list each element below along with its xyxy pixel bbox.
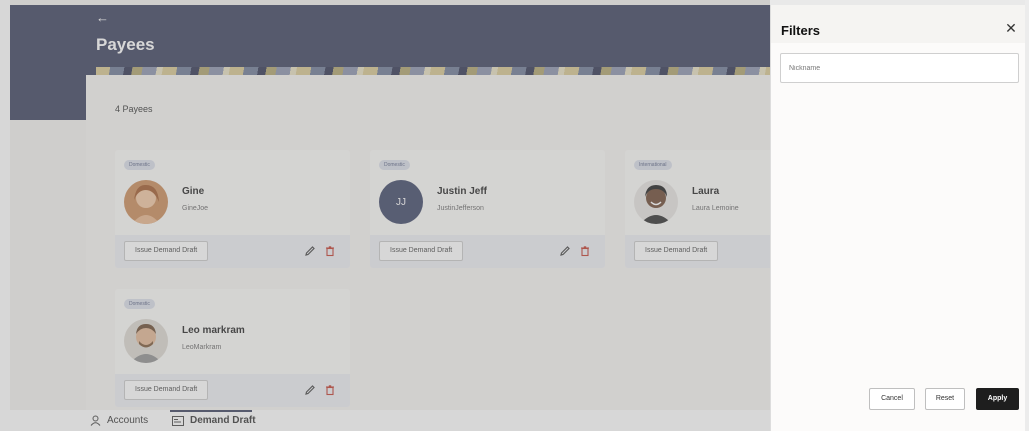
close-icon[interactable]: ✕ [1005, 21, 1017, 35]
avatar: JJ [379, 180, 423, 224]
filters-title: Filters [781, 23, 821, 38]
payee-name: Gine [182, 186, 205, 197]
avatar [124, 319, 168, 363]
page-title: Payees [96, 35, 155, 54]
demand-draft-icon [172, 415, 184, 426]
payee-card-leo-markram: Domestic Leo markram LeoMarkram Issue De… [115, 289, 350, 407]
nav-item-demand-draft[interactable]: Demand Draft [172, 410, 256, 431]
card-footer: Issue Demand Draft [370, 235, 605, 268]
header-pattern [96, 67, 770, 75]
payee-type-badge: Domestic [124, 160, 155, 170]
card-footer: Issue Demand Draft [115, 374, 350, 407]
left-gutter [0, 0, 10, 431]
nickname-input[interactable] [780, 53, 1019, 83]
issue-demand-draft-button[interactable]: Issue Demand Draft [124, 380, 209, 400]
issue-demand-draft-button[interactable]: Issue Demand Draft [634, 241, 719, 261]
card-footer: Issue Demand Draft [115, 235, 350, 268]
payee-nickname: LeoMarkram [182, 344, 222, 351]
filters-panel-header: Filters ✕ [771, 5, 1025, 43]
payee-card-justin-jeff: Domestic JJ Justin Jeff JustinJefferson … [370, 150, 605, 268]
delete-icon[interactable] [579, 245, 591, 257]
payee-name: Leo markram [182, 325, 245, 336]
payee-type-badge: International [634, 160, 672, 170]
delete-icon[interactable] [324, 245, 336, 257]
payee-type-badge: Domestic [379, 160, 410, 170]
edit-icon[interactable] [559, 245, 571, 257]
payee-type-badge: Domestic [124, 299, 155, 309]
payee-nickname: GineJoe [182, 205, 209, 212]
cancel-button[interactable]: Cancel [869, 388, 915, 410]
payee-name: Justin Jeff [437, 186, 488, 197]
nav-item-label: Accounts [107, 415, 149, 426]
delete-icon[interactable] [324, 384, 336, 396]
user-icon [90, 415, 101, 426]
nav-item-accounts[interactable]: Accounts [90, 410, 148, 431]
issue-demand-draft-button[interactable]: Issue Demand Draft [379, 241, 464, 261]
issue-demand-draft-button[interactable]: Issue Demand Draft [124, 241, 209, 261]
payee-count: 4 Payees [115, 104, 153, 114]
scrollbar[interactable] [1025, 0, 1029, 431]
filters-panel: Filters ✕ Cancel Reset Apply [770, 5, 1025, 431]
payee-nickname: Laura Lemoine [692, 205, 739, 212]
edit-icon[interactable] [304, 245, 316, 257]
avatar [634, 180, 678, 224]
payee-nickname: JustinJefferson [437, 205, 484, 212]
arrow-left-icon[interactable]: ← [96, 11, 109, 25]
reset-button[interactable]: Reset [925, 388, 965, 410]
payee-name: Laura [692, 186, 720, 197]
payee-card-gine: Domestic Gine GineJoe Issue Demand Draft [115, 150, 350, 268]
bottom-nav: Accounts Demand Draft [10, 410, 770, 431]
avatar [124, 180, 168, 224]
nav-item-label: Demand Draft [190, 415, 256, 426]
edit-icon[interactable] [304, 384, 316, 396]
apply-button[interactable]: Apply [976, 388, 1019, 410]
